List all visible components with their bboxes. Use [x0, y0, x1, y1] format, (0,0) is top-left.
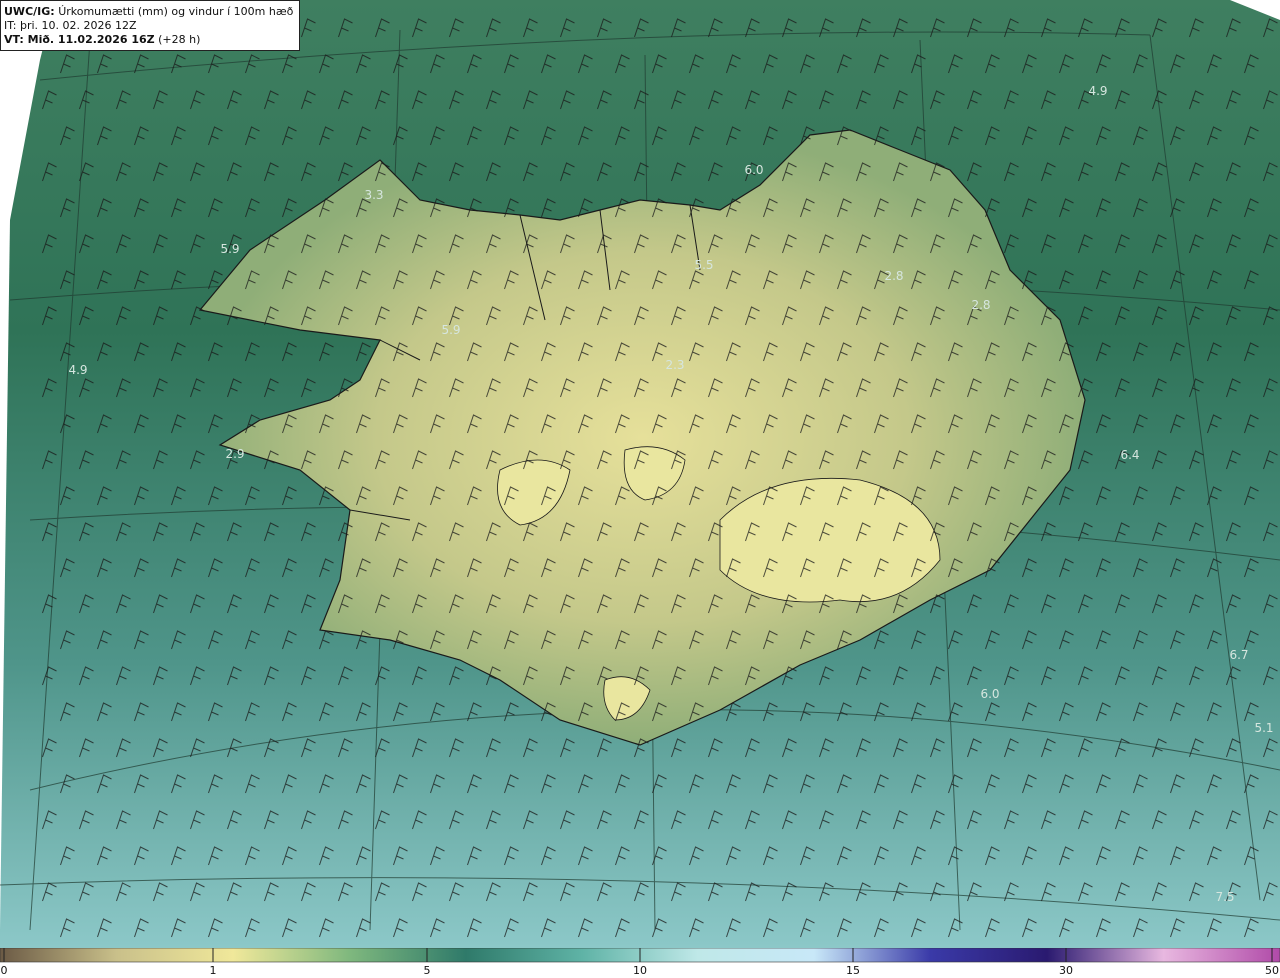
precip-value-label: 5.9: [441, 323, 460, 337]
valid-time-line: VT: Mið. 11.02.2026 16Z (+28 h): [4, 33, 293, 47]
model-name: UWC/IG:: [4, 5, 55, 18]
map-title: Úrkomumætti (mm) og vindur í 100m hæð: [58, 5, 294, 18]
precip-value-label: 2.3: [665, 358, 684, 372]
colorbar-tick-label: 50: [1265, 964, 1279, 977]
valid-time: VT: Mið. 11.02.2026 16Z: [4, 33, 155, 46]
colorbar-tick-label: 15: [846, 964, 860, 977]
colorbar-tick-label: 1: [209, 964, 217, 977]
map-panel[interactable]: 4.9 6.0 3.3 5.9 5.5 2.8 2.8 5.9 2.3 4.9 6.4 2.9 6.7 6…: [0, 0, 1280, 948]
precip-value-label: 2.8: [884, 269, 903, 283]
precip-value-label: 6.0: [744, 163, 763, 177]
precip-value-label: 5.9: [220, 242, 239, 256]
precip-value-label: 4.9: [68, 363, 87, 377]
issue-time: IT: þri. 10. 02. 2026 12Z: [4, 19, 137, 32]
precip-value-label: 3.3: [364, 188, 383, 202]
colorbar-tick-label: 10: [633, 964, 647, 977]
colorbar-tick-label: 5: [423, 964, 431, 977]
precip-value-label: 7.5: [1215, 890, 1234, 904]
precip-value-label: 5.1: [1254, 721, 1273, 735]
precip-value-label: 5.5: [694, 258, 713, 272]
precip-value-label: 6.4: [1120, 448, 1139, 462]
map-canvas: 4.9 6.0 3.3 5.9 5.5 2.8 2.8 5.9 2.3 4.9 6.4 2.9 6.7 6…: [0, 0, 1280, 948]
valid-offset: (+28 h): [158, 33, 201, 46]
header-title-line: UWC/IG: Úrkomumætti (mm) og vindur í 100…: [4, 5, 293, 19]
colorbar-scale: [0, 947, 1280, 963]
colorbar-tick-label: 30: [1059, 964, 1073, 977]
precip-value-label: 6.7: [1229, 648, 1248, 662]
colorbar-tick-label: 0: [0, 964, 8, 977]
header-box: UWC/IG: Úrkomumætti (mm) og vindur í 100…: [0, 0, 301, 51]
precip-value-label: 2.9: [225, 447, 244, 461]
precip-value-label: 6.0: [980, 687, 999, 701]
precip-value-label: 2.8: [971, 298, 990, 312]
precip-value-label: 4.9: [1088, 84, 1107, 98]
